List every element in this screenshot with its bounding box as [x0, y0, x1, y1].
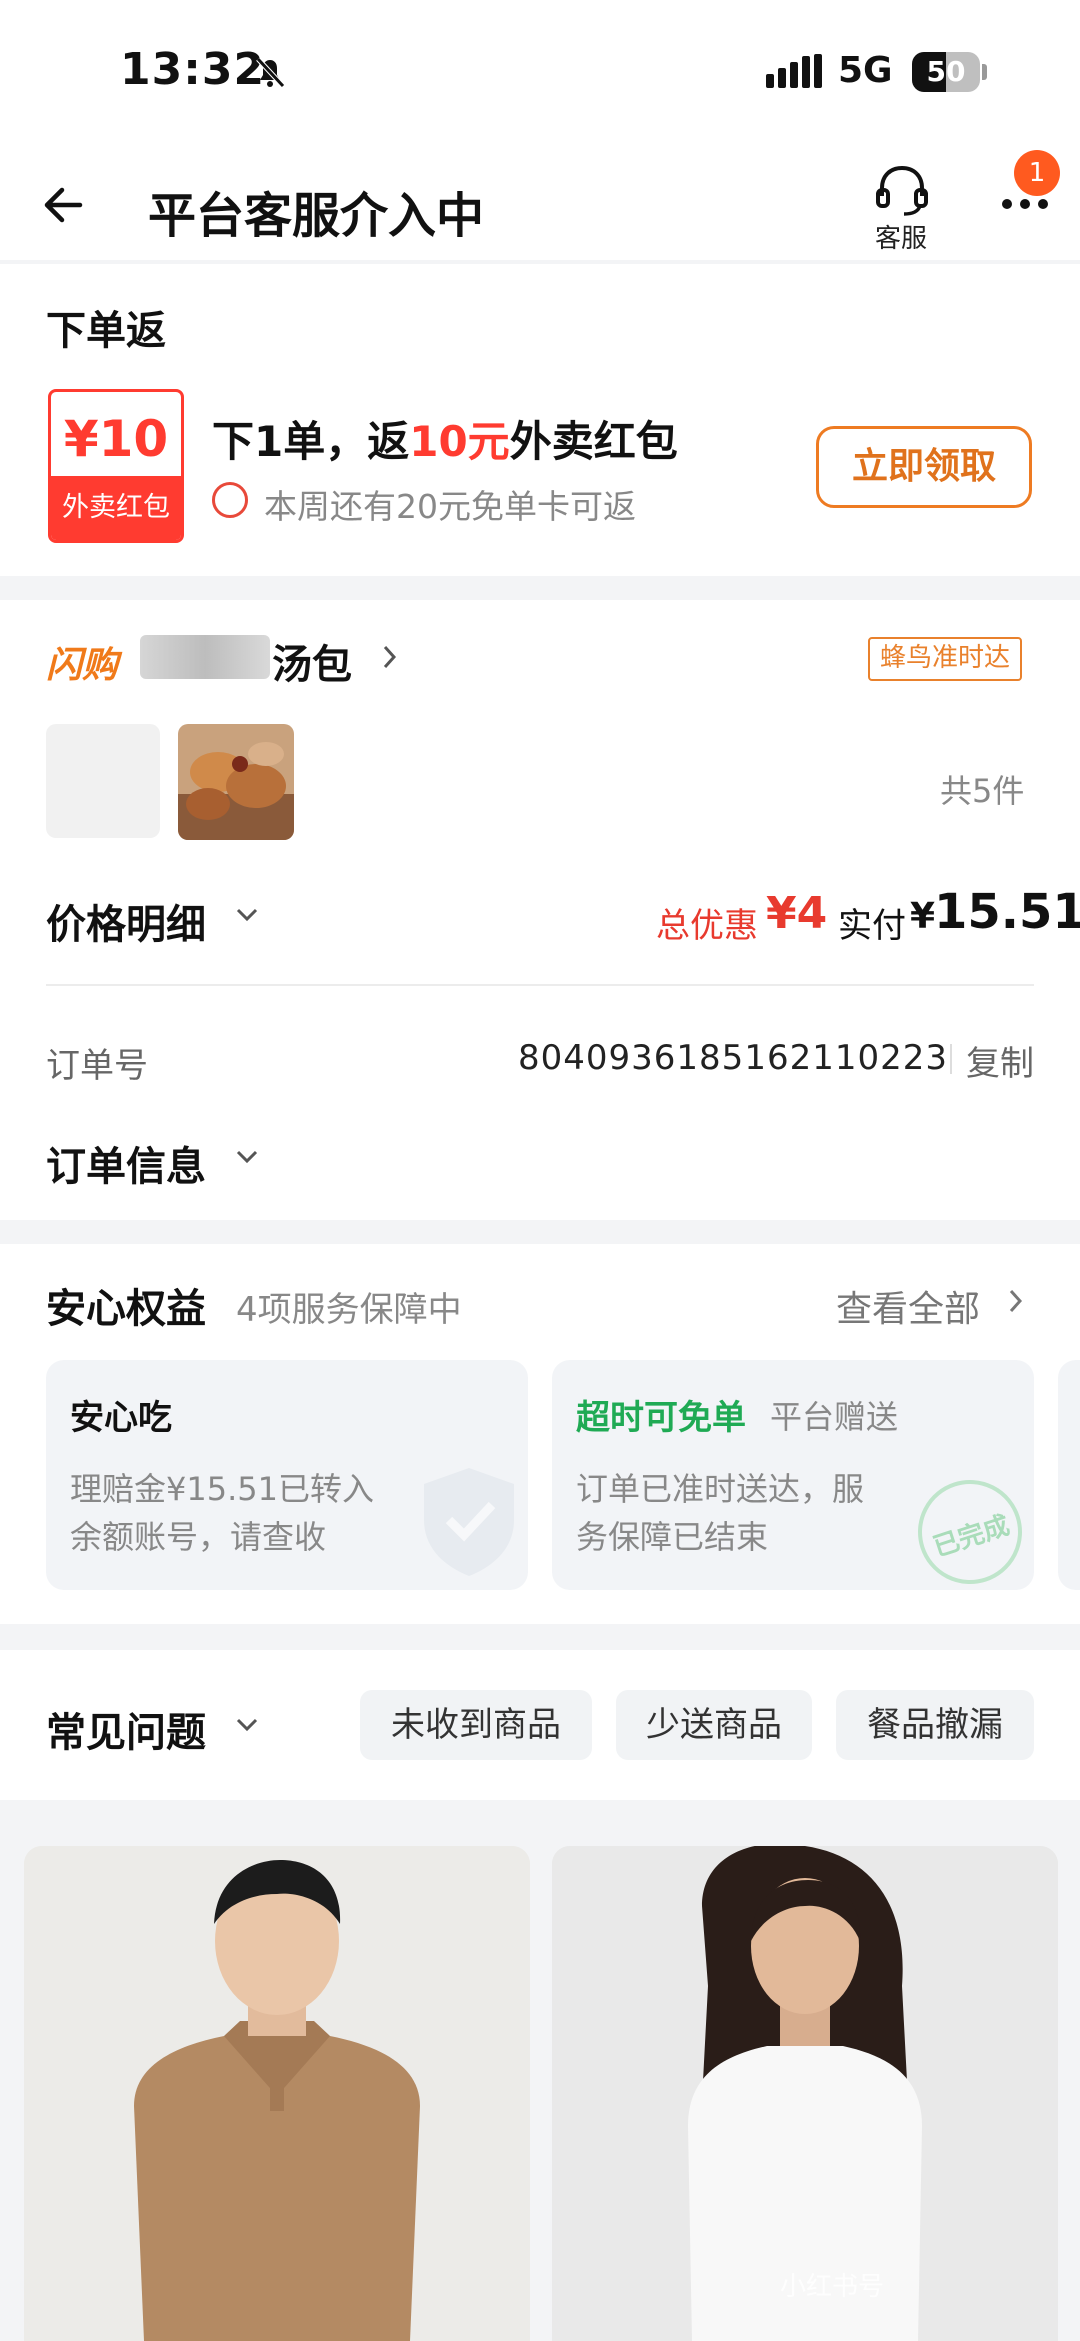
headline-post: 外卖红包: [509, 417, 678, 466]
faq-title[interactable]: 常见问题: [46, 1700, 206, 1758]
benefit-title: 超时可免单: [576, 1398, 746, 1438]
copy-button[interactable]: 复制: [966, 1036, 1034, 1085]
product-thumbnail-blank[interactable]: [46, 724, 160, 838]
headset-icon: [876, 165, 928, 216]
product-image-polo: [24, 1846, 530, 2341]
price-detail-toggle[interactable]: 价格明细: [46, 892, 206, 950]
completed-stamp: 已完成: [904, 1466, 1036, 1598]
delivery-tag: 蜂鸟准时达: [868, 637, 1023, 681]
order-number: 8040936185162110223: [518, 1038, 949, 1078]
battery-icon: 50: [912, 52, 980, 92]
flash-buy-tag: 闪购: [46, 645, 119, 686]
benefits-subtitle: 4项服务保障中: [236, 1290, 462, 1330]
benefit-title: 安心吃: [70, 1398, 172, 1438]
chevron-down-icon: [236, 1718, 258, 1732]
mute-bell-icon: [256, 57, 285, 88]
divider: [46, 984, 1034, 986]
benefit-desc: 务保障已结束: [576, 1518, 769, 1556]
paid-value: 15.51: [934, 884, 1080, 940]
more-dots-icon[interactable]: [1000, 196, 1050, 212]
paid-currency: ¥: [910, 896, 936, 937]
shield-check-icon: [424, 1468, 514, 1576]
store-name-blurred: [140, 635, 270, 679]
page-title: 平台客服介入中: [148, 188, 485, 244]
benefit-desc: 余额账号，请查收: [70, 1518, 327, 1556]
status-time: 13:32: [120, 44, 266, 95]
product-card-polo[interactable]: [24, 1846, 530, 2341]
product-thumbnail-food[interactable]: [178, 724, 294, 840]
signal-icon: [766, 54, 822, 88]
faq-chip[interactable]: 未收到商品: [360, 1690, 592, 1760]
headline-amount: 10元: [409, 417, 510, 466]
network-type: 5G: [838, 50, 893, 91]
benefit-card-next[interactable]: [1058, 1360, 1080, 1590]
benefit-desc: 订单已准时送达，服: [576, 1470, 865, 1508]
rebate-title: 下单返: [46, 308, 166, 354]
separator: [950, 1044, 952, 1074]
customer-service-label: 客服: [875, 224, 928, 254]
back-arrow-icon[interactable]: [40, 180, 90, 230]
paid-label: 实付: [838, 906, 906, 946]
item-count: 共5件: [940, 772, 1025, 810]
benefit-title-extra: 平台赠送: [770, 1398, 899, 1436]
coupon-label: 外卖红包: [51, 476, 181, 540]
store-name[interactable]: 汤包: [272, 632, 352, 690]
benefit-desc: 理赔金¥15.51已转入: [70, 1470, 374, 1508]
chevron-down-icon: [236, 1150, 258, 1164]
order-info-toggle[interactable]: 订单信息: [46, 1134, 206, 1192]
chevron-right-icon: [383, 645, 397, 669]
view-all-link[interactable]: 查看全部: [836, 1280, 980, 1332]
battery-cap: [982, 64, 987, 80]
benefit-card-overtime-free[interactable]: 超时可免单 平台赠送 订单已准时送达，服 务保障已结束 已完成: [552, 1360, 1036, 1598]
chevron-right-icon: [1009, 1289, 1023, 1313]
battery-level: 50: [926, 55, 966, 88]
claim-button[interactable]: 立即领取: [816, 426, 1032, 508]
watermark: 小红书号: [780, 2272, 885, 2302]
stamp-text: 已完成: [929, 1510, 1014, 1564]
headline-pre: 下1单，返: [212, 417, 410, 466]
benefit-card-safe-eat[interactable]: 安心吃 理赔金¥15.51已转入 余额账号，请查收: [46, 1360, 528, 1590]
faq-chip[interactable]: 少送商品: [616, 1690, 812, 1760]
benefits-title: 安心权益: [46, 1286, 206, 1332]
red-packet-coupon: ¥10 外卖红包: [48, 389, 184, 543]
rebate-headline: 下1单，返10元外卖红包: [212, 408, 678, 469]
rebate-sub: 本周还有20元免单卡可返: [264, 487, 636, 526]
faq-chip[interactable]: 餐品撤漏: [836, 1690, 1034, 1760]
discount-value: ¥4: [766, 888, 828, 939]
notification-badge: 1: [1014, 150, 1060, 196]
coupon-amount: ¥10: [63, 410, 169, 468]
order-no-label: 订单号: [46, 1046, 148, 1086]
chevron-down-icon: [236, 908, 258, 922]
discount-label: 总优惠: [656, 906, 758, 946]
rebate-radio[interactable]: [212, 482, 248, 518]
